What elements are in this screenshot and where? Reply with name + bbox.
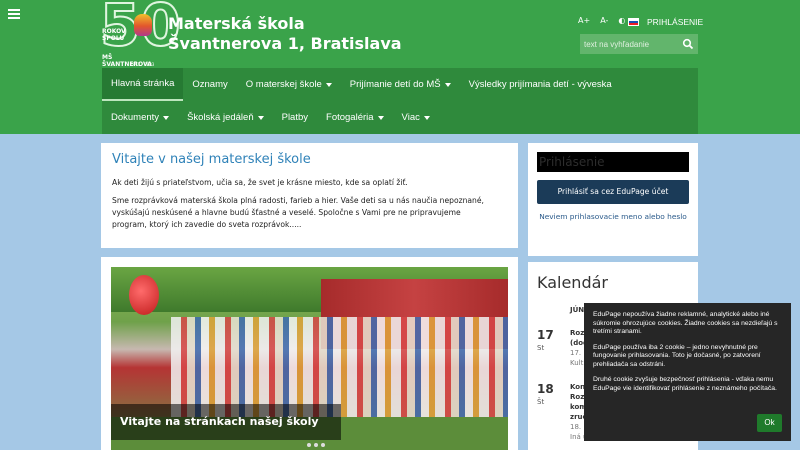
slider-dot[interactable] bbox=[307, 443, 311, 447]
welcome-heading: Vitajte v našej materskej škole bbox=[112, 152, 311, 167]
contrast-toggle-button[interactable]: ◐ bbox=[618, 16, 625, 25]
entry-dow: Št bbox=[537, 398, 545, 406]
edupage-login-button[interactable]: Prihlásiť sa cez EduPage účet bbox=[537, 180, 689, 204]
nav-row-2: Dokumenty Školská jedáleň Platby Fotogal… bbox=[102, 101, 439, 134]
nav-item-about[interactable]: O materskej škole bbox=[237, 68, 341, 101]
nav-row-1: Hlavná stránka Oznamy O materskej škole … bbox=[102, 68, 621, 101]
login-card: Prihlásenie Prihlásiť sa cez EduPage úče… bbox=[528, 143, 698, 256]
photo-slider: Vitajte na stránkach našej školy bbox=[101, 257, 518, 450]
calendar-entry[interactable]: 17 St Roz (doobed... 17. Kult bbox=[537, 328, 611, 367]
font-controls: A+ A- ◐ bbox=[578, 16, 625, 25]
entry-dow: St bbox=[537, 344, 545, 352]
nav-item-admission[interactable]: Prijímanie detí do MŠ bbox=[341, 68, 460, 101]
welcome-card: Vitajte v našej materskej škole Ak deti … bbox=[101, 143, 518, 248]
cookie-text-1: EduPage nepoužíva žiadne reklamné, analy… bbox=[593, 311, 778, 335]
search-input[interactable] bbox=[580, 34, 680, 54]
nav-item-gallery[interactable]: Fotogaléria bbox=[317, 101, 393, 134]
slider-caption: Vitajte na stránkach našej školy bbox=[111, 404, 341, 440]
slider-dots bbox=[307, 443, 325, 447]
nav-item-payments[interactable]: Platby bbox=[273, 101, 317, 134]
entry-day: 17 bbox=[537, 328, 554, 342]
font-decrease-button[interactable]: A- bbox=[600, 16, 608, 25]
sk-flag-icon[interactable] bbox=[628, 18, 639, 26]
hand-icon bbox=[134, 14, 152, 36]
login-title: Prihlásenie bbox=[537, 152, 689, 172]
caret-down-icon bbox=[423, 115, 430, 120]
cookie-ok-button[interactable]: Ok bbox=[757, 414, 782, 432]
search-box bbox=[580, 34, 698, 54]
logo-text-a: ROKOV SPOLU bbox=[102, 28, 126, 42]
font-increase-button[interactable]: A+ bbox=[578, 16, 590, 25]
nav-item-canteen[interactable]: Školská jedáleň bbox=[178, 101, 273, 134]
nav-item-more[interactable]: Viac bbox=[393, 101, 439, 134]
site-title-line2: Švantnerova 1, Bratislava bbox=[168, 34, 402, 53]
caret-down-icon bbox=[444, 82, 451, 87]
slider-dot[interactable] bbox=[321, 443, 325, 447]
caret-down-icon bbox=[325, 82, 332, 87]
search-icon[interactable] bbox=[682, 38, 694, 50]
slider-photo[interactable]: Vitajte na stránkach našej školy bbox=[111, 267, 508, 450]
forgot-credentials-link[interactable]: Neviem prihlasovacie meno alebo heslo bbox=[537, 211, 689, 222]
caret-down-icon bbox=[163, 115, 170, 120]
cookie-text-3: Druhé cookie zvyšuje bezpečnosť prihláse… bbox=[593, 376, 777, 392]
site-title-line1: Materská škola bbox=[168, 14, 305, 33]
site-title[interactable]: Materská škola Švantnerova 1, Bratislava bbox=[168, 14, 402, 54]
calendar-title: Kalendár bbox=[537, 273, 608, 292]
cookie-text-2: EduPage používa iba 2 cookie – jedno nev… bbox=[593, 343, 761, 368]
slider-dot[interactable] bbox=[314, 443, 318, 447]
caret-down-icon bbox=[377, 115, 384, 120]
nav-item-admission-results[interactable]: Výsledky prijímania detí - výveska bbox=[460, 68, 621, 101]
calendar-month: JÚN bbox=[570, 306, 585, 314]
login-link[interactable]: PRIHLÁSENIE bbox=[647, 17, 703, 27]
menu-hamburger-icon[interactable] bbox=[8, 9, 20, 19]
entry-day: 18 bbox=[537, 382, 554, 396]
nav-item-documents[interactable]: Dokumenty bbox=[102, 101, 178, 134]
caret-down-icon bbox=[257, 115, 264, 120]
cookie-notice: EduPage nepoužíva žiadne reklamné, analy… bbox=[584, 303, 791, 441]
welcome-text: Sme rozprávková materská škola plná rado… bbox=[112, 196, 484, 229]
welcome-quote: Ak deti žijú s priateľstvom, učia sa, že… bbox=[112, 178, 408, 187]
nav-item-home[interactable]: Hlavná stránka bbox=[102, 68, 184, 101]
logo-years: 1973 - 2023 bbox=[130, 62, 155, 67]
site-header: 50 ROKOVSPOLU MŠ ŠVANTNEROVA 1973 - 2023… bbox=[0, 0, 800, 134]
nav-item-announcements[interactable]: Oznamy bbox=[183, 68, 236, 101]
calendar-entry[interactable]: 18 Št Kon Roz komunikačných zručností. 1… bbox=[537, 382, 631, 441]
school-logo[interactable]: 50 ROKOVSPOLU MŠ ŠVANTNEROVA 1973 - 2023 bbox=[99, 0, 182, 68]
main-nav: Hlavná stránka Oznamy O materskej škole … bbox=[102, 68, 698, 134]
